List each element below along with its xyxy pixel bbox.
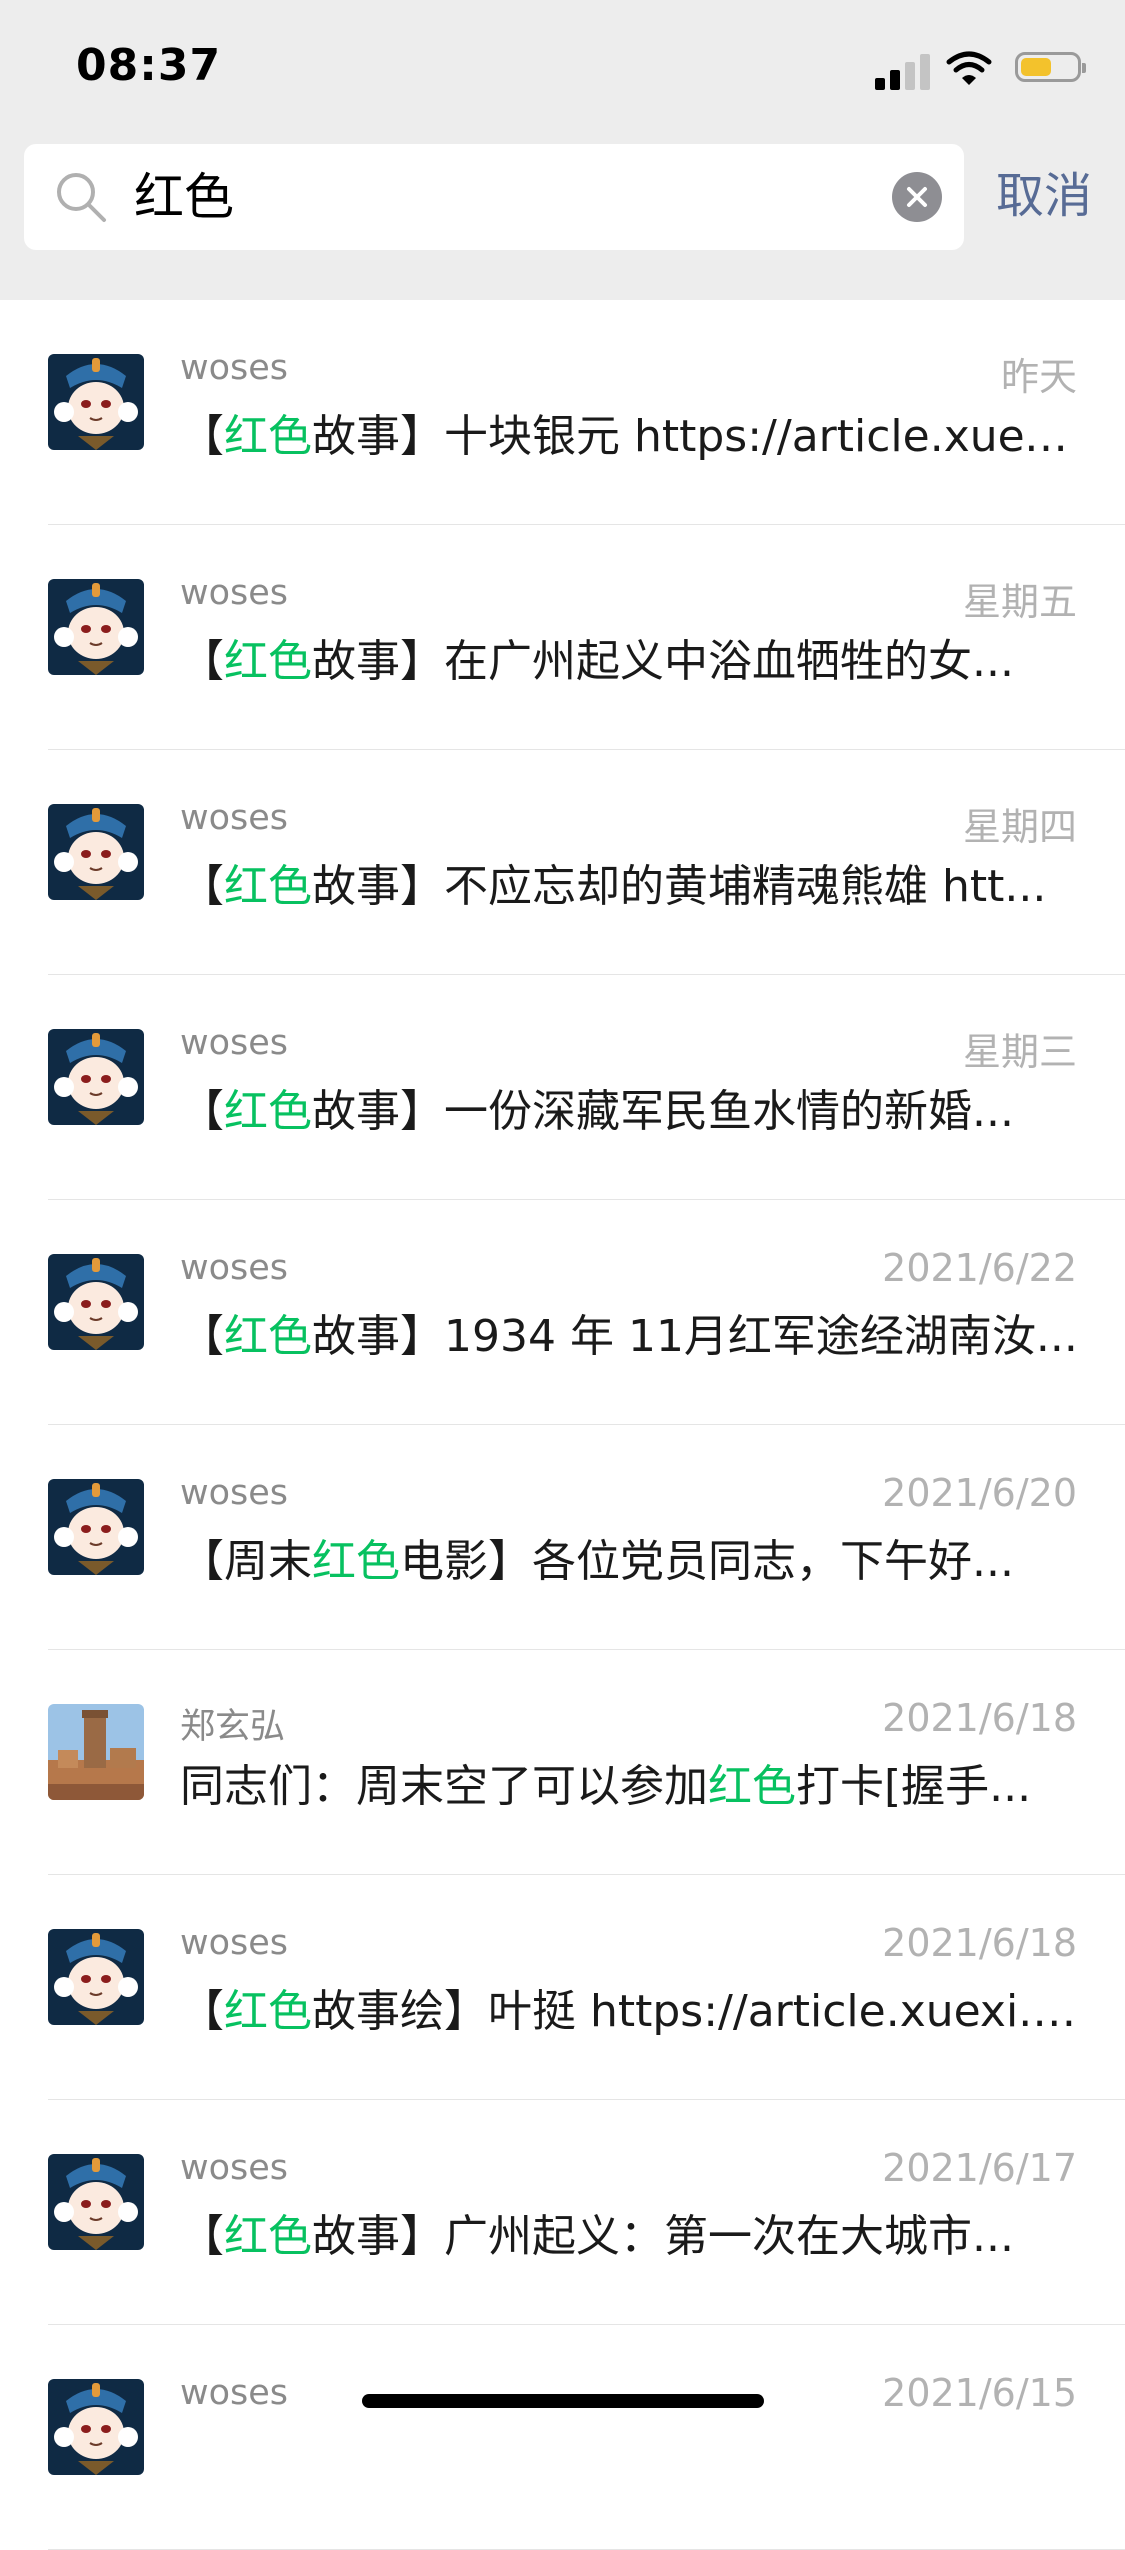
message-text: 【: [180, 636, 224, 687]
search-box[interactable]: [24, 144, 964, 250]
message-date: 2021/6/18: [882, 1696, 1077, 1740]
message-date: 星期五: [962, 580, 1077, 624]
sender-name: woses: [180, 798, 289, 838]
sender-name: woses: [180, 1023, 289, 1063]
search-result-item[interactable]: woses 2021/6/18 【红色故事绘】叶挺 https://article.…: [0, 1875, 1125, 2100]
message-text: 【: [180, 411, 224, 462]
search-result-item[interactable]: woses 2021/6/17 【红色故事】广州起义：第一次在大城市...: [0, 2100, 1125, 2325]
message-text: 同志们：周末空了可以参加: [180, 1761, 708, 1812]
message-text: 故事】广州起义：第一次在大城市...: [312, 2211, 1014, 2262]
message-preview: 【周末红色电影】各位党员同志，下午好...: [180, 1525, 1080, 1589]
message-preview: 【红色故事绘】叶挺 https://article.xuexi.c...: [180, 1975, 1080, 2039]
status-time: 08:37: [76, 40, 222, 91]
message-text: 故事绘】叶挺 https://article.xuexi.c...: [312, 1986, 1080, 2037]
keyword-highlight: 红色: [224, 1086, 312, 1137]
sender-name: woses: [180, 348, 289, 388]
search-results-list: woses 昨天 【红色故事】十块银元 https://article.xuexi.…: [0, 300, 1125, 2550]
message-date: 2021/6/15: [882, 2371, 1077, 2415]
message-preview: 【红色故事】广州起义：第一次在大城市...: [180, 2200, 1080, 2264]
clear-button[interactable]: [892, 172, 942, 222]
search-result-item[interactable]: 郑玄弘 2021/6/18 同志们：周末空了可以参加红色打卡[握手...: [0, 1650, 1125, 1875]
message-date: 2021/6/17: [882, 2146, 1077, 2190]
keyword-highlight: 红色: [224, 636, 312, 687]
sender-name: woses: [180, 2148, 289, 2188]
sender-name: woses: [180, 1473, 289, 1513]
search-result-item[interactable]: woses 星期四 【红色故事】不应忘却的黄埔精魂熊雄 htt...: [0, 750, 1125, 975]
search-result-item[interactable]: woses 2021/6/15: [0, 2325, 1125, 2550]
message-date: 星期三: [962, 1030, 1077, 1074]
message-text: 【: [180, 2211, 224, 2262]
cancel-button[interactable]: 取消: [996, 166, 1092, 226]
message-text: 故事】不应忘却的黄埔精魂熊雄 htt...: [312, 861, 1047, 912]
message-text: 故事】十块银元 https://article.xuexi...: [312, 411, 1080, 462]
avatar: [48, 2379, 144, 2475]
avatar: [48, 579, 144, 675]
search-result-item[interactable]: woses 2021/6/22 【红色故事】1934 年 11月红军途经湖南汝...: [0, 1200, 1125, 1425]
sender-name: 郑玄弘: [180, 1707, 286, 1747]
message-preview: 【红色故事】在广州起义中浴血牺牲的女...: [180, 625, 1080, 689]
avatar: [48, 1704, 144, 1800]
keyword-highlight: 红色: [224, 1986, 312, 2037]
message-text: 【: [180, 1086, 224, 1137]
search-icon: [57, 173, 106, 222]
message-date: 2021/6/20: [882, 1471, 1077, 1515]
message-text: 【: [180, 1311, 224, 1362]
avatar: [48, 1029, 144, 1125]
avatar: [48, 2154, 144, 2250]
search-result-item[interactable]: woses 星期三 【红色故事】一份深藏军民鱼水情的新婚...: [0, 975, 1125, 1200]
battery-level: [1021, 58, 1051, 76]
avatar: [48, 354, 144, 450]
avatar: [48, 1479, 144, 1575]
message-text: 电影】各位党员同志，下午好...: [400, 1536, 1014, 1587]
message-date: 2021/6/22: [882, 1246, 1077, 1290]
sender-name: woses: [180, 1248, 289, 1288]
message-text: 打卡[握手...: [796, 1761, 1032, 1812]
keyword-highlight: 红色: [312, 1536, 400, 1587]
battery-icon: [1015, 52, 1086, 82]
avatar: [48, 1254, 144, 1350]
message-date: 昨天: [1000, 355, 1077, 399]
search-header: 08:37 取消: [0, 0, 1125, 300]
message-preview: 【红色故事】1934 年 11月红军途经湖南汝...: [180, 1300, 1080, 1364]
message-preview: 【红色故事】不应忘却的黄埔精魂熊雄 htt...: [180, 850, 1080, 914]
search-result-item[interactable]: woses 昨天 【红色故事】十块银元 https://article.xuexi.…: [0, 300, 1125, 525]
sender-name: woses: [180, 2373, 289, 2413]
avatar: [48, 1929, 144, 2025]
message-date: 星期四: [962, 805, 1077, 849]
message-text: 【: [180, 1986, 224, 2037]
keyword-highlight: 红色: [224, 2211, 312, 2262]
keyword-highlight: 红色: [708, 1761, 796, 1812]
message-text: 【周末: [180, 1536, 312, 1587]
keyword-highlight: 红色: [224, 861, 312, 912]
message-preview: 【红色故事】一份深藏军民鱼水情的新婚...: [180, 1075, 1080, 1139]
message-text: 【: [180, 861, 224, 912]
keyword-highlight: 红色: [224, 411, 312, 462]
wifi-icon: [946, 51, 992, 85]
message-preview: 同志们：周末空了可以参加红色打卡[握手...: [180, 1750, 1080, 1814]
message-date: 2021/6/18: [882, 1921, 1077, 1965]
signal-icon: [875, 50, 931, 90]
message-text: 故事】在广州起义中浴血牺牲的女...: [312, 636, 1014, 687]
clear-icon: [907, 187, 927, 207]
keyword-highlight: 红色: [224, 1311, 312, 1362]
message-text: 故事】1934 年 11月红军途经湖南汝...: [312, 1311, 1078, 1362]
avatar: [48, 804, 144, 900]
search-result-item[interactable]: woses 2021/6/20 【周末红色电影】各位党员同志，下午好...: [0, 1425, 1125, 1650]
sender-name: woses: [180, 573, 289, 613]
search-result-item[interactable]: woses 星期五 【红色故事】在广州起义中浴血牺牲的女...: [0, 525, 1125, 750]
home-indicator: [362, 2394, 764, 2408]
message-text: 故事】一份深藏军民鱼水情的新婚...: [312, 1086, 1014, 1137]
sender-name: woses: [180, 1923, 289, 1963]
search-input[interactable]: [134, 144, 894, 250]
message-preview: 【红色故事】十块银元 https://article.xuexi...: [180, 400, 1080, 464]
